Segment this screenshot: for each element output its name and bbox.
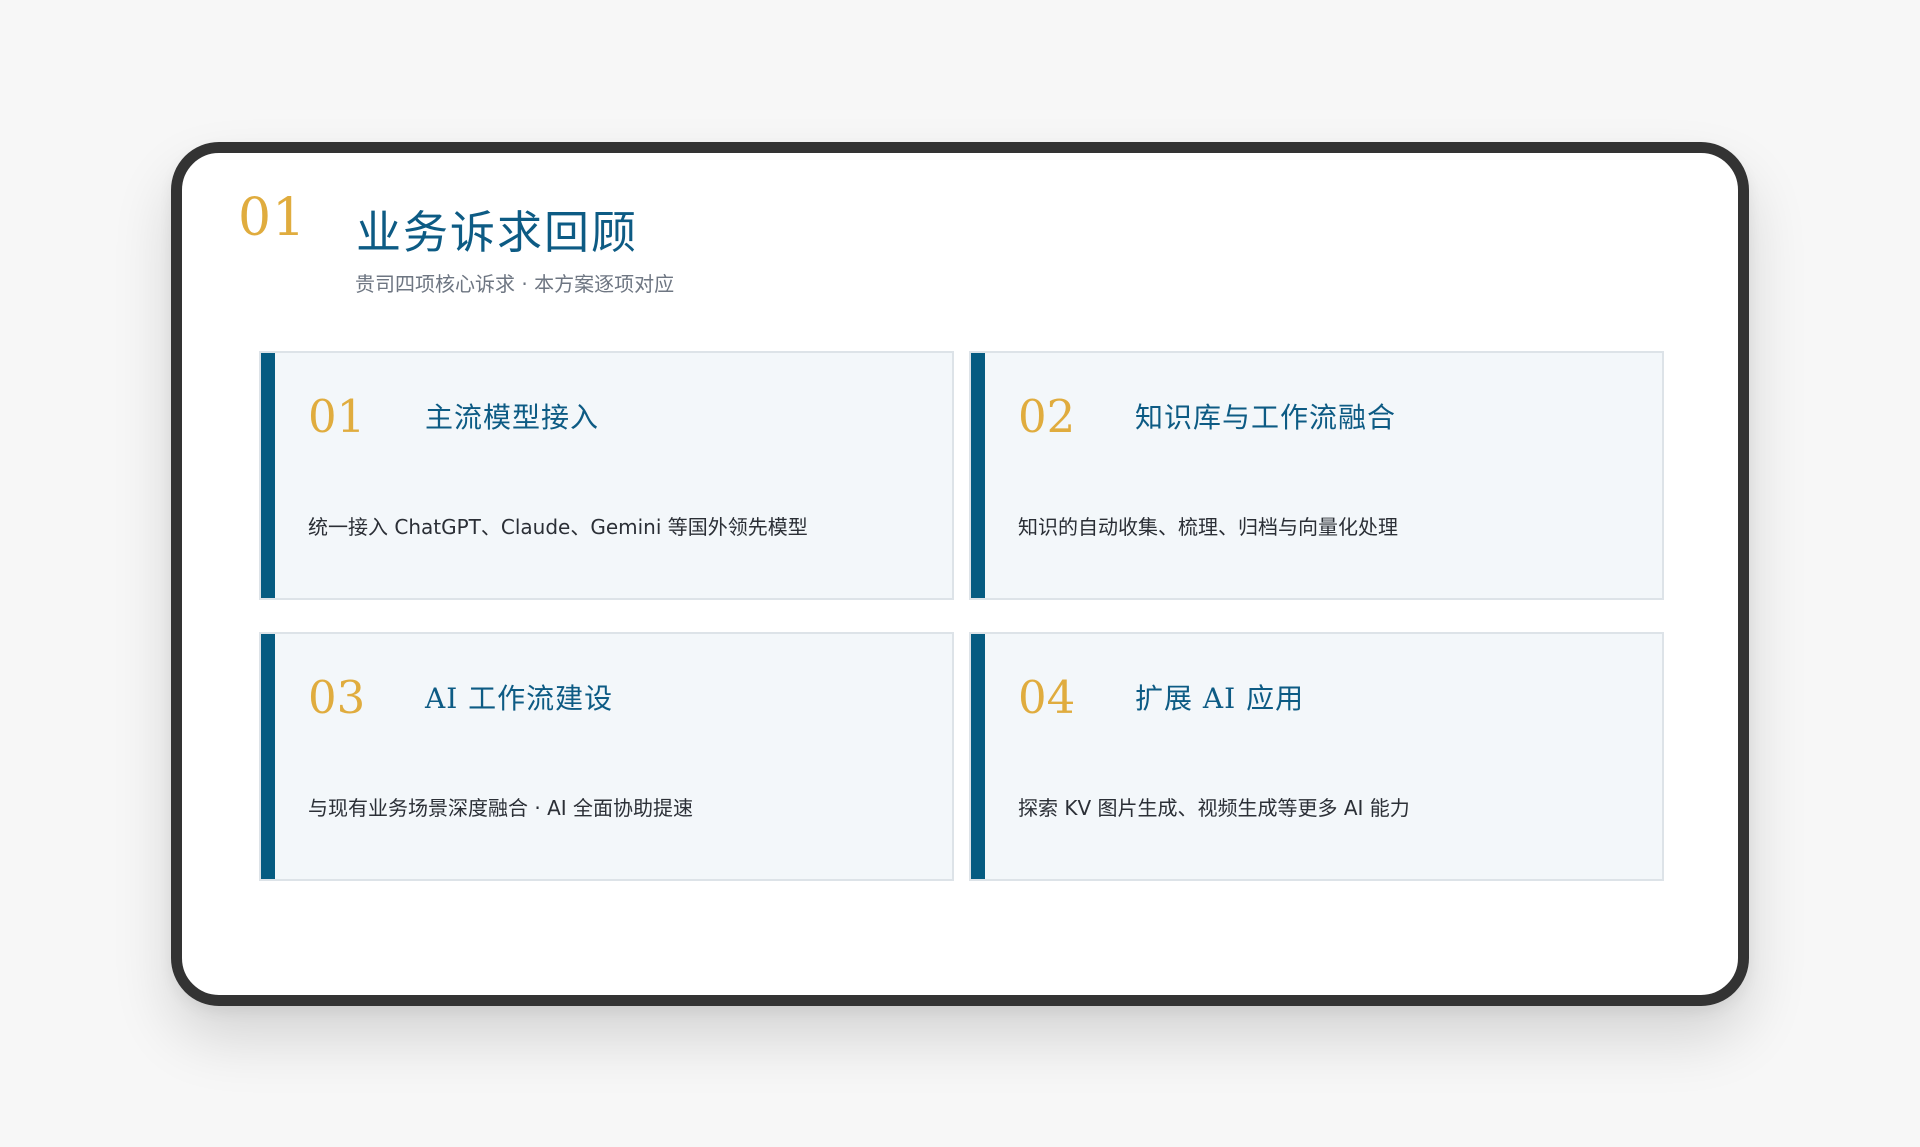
section-title: 业务诉求回顾 (356, 206, 639, 259)
requirement-card-knowledge-workflow: 02 知识库与工作流融合 知识的自动收集、梳理、归档与向量化处理 (969, 351, 1664, 600)
card-accent-bar (971, 634, 985, 879)
card-number: 03 (308, 671, 366, 724)
card-description: 探索 KV 图片生成、视频生成等更多 AI 能力 (1018, 796, 1410, 820)
card-number: 02 (1018, 390, 1076, 443)
card-description: 知识的自动收集、梳理、归档与向量化处理 (1018, 515, 1398, 539)
card-title: 主流模型接入 (425, 401, 600, 434)
card-accent-bar (261, 353, 275, 598)
card-description: 与现有业务场景深度融合 · AI 全面协助提速 (308, 796, 694, 820)
card-title: AI 工作流建设 (425, 682, 614, 715)
requirement-card-ai-applications: 04 扩展 AI 应用 探索 KV 图片生成、视频生成等更多 AI 能力 (969, 632, 1664, 881)
requirement-card-model-access: 01 主流模型接入 统一接入 ChatGPT、Claude、Gemini 等国外… (259, 351, 954, 600)
card-number: 01 (308, 390, 366, 443)
card-title: 知识库与工作流融合 (1135, 401, 1397, 434)
card-number: 04 (1018, 671, 1076, 724)
card-title: 扩展 AI 应用 (1135, 682, 1305, 715)
requirement-card-ai-workflow: 03 AI 工作流建设 与现有业务场景深度融合 · AI 全面协助提速 (259, 632, 954, 881)
section-subtitle: 贵司四项核心诉求 · 本方案逐项对应 (355, 272, 675, 296)
card-accent-bar (261, 634, 275, 879)
card-accent-bar (971, 353, 985, 598)
section-number: 01 (238, 188, 307, 248)
card-description: 统一接入 ChatGPT、Claude、Gemini 等国外领先模型 (308, 515, 808, 539)
